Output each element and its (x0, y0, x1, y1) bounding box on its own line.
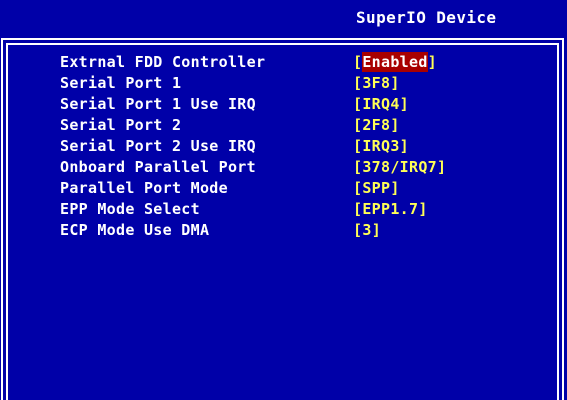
setting-row-serial-port-2[interactable]: Serial Port 2 [2F8] (0, 115, 567, 136)
setting-row-serial-port-2-irq[interactable]: Serial Port 2 Use IRQ [IRQ3] (0, 136, 567, 157)
setting-row-onboard-parallel-port[interactable]: Onboard Parallel Port [378/IRQ7] (0, 157, 567, 178)
setting-label: EPP Mode Select (60, 200, 200, 218)
setting-row-parallel-port-mode[interactable]: Parallel Port Mode [SPP] (0, 178, 567, 199)
setting-value[interactable]: [IRQ3] (353, 136, 409, 157)
settings-list: Extrnal FDD Controller [Enabled] Serial … (0, 52, 567, 241)
setting-row-fdd-controller[interactable]: Extrnal FDD Controller [Enabled] (0, 52, 567, 73)
header-bar: SuperIO Device (0, 0, 567, 38)
setting-label: Serial Port 2 (60, 116, 182, 134)
setting-row-ecp-mode-dma[interactable]: ECP Mode Use DMA [3] (0, 220, 567, 241)
setting-value[interactable]: [2F8] (353, 115, 400, 136)
setting-label: Parallel Port Mode (60, 179, 228, 197)
setting-value[interactable]: [3F8] (353, 73, 400, 94)
setting-label: Serial Port 1 (60, 74, 182, 92)
setting-value[interactable]: [EPP1.7] (353, 199, 428, 220)
setting-label: Onboard Parallel Port (60, 158, 256, 176)
bios-screen: SuperIO Device Extrnal FDD Controller [E… (0, 0, 567, 400)
setting-value[interactable]: [378/IRQ7] (353, 157, 446, 178)
setting-value[interactable]: [Enabled] (353, 52, 437, 73)
setting-label: Serial Port 1 Use IRQ (60, 95, 256, 113)
page-title: SuperIO Device (356, 8, 497, 27)
setting-row-epp-mode-select[interactable]: EPP Mode Select [EPP1.7] (0, 199, 567, 220)
setting-value[interactable]: [3] (353, 220, 381, 241)
setting-label: Serial Port 2 Use IRQ (60, 137, 256, 155)
setting-label: ECP Mode Use DMA (60, 221, 210, 239)
setting-row-serial-port-1-irq[interactable]: Serial Port 1 Use IRQ [IRQ4] (0, 94, 567, 115)
setting-label: Extrnal FDD Controller (60, 53, 266, 71)
setting-value[interactable]: [IRQ4] (353, 94, 409, 115)
setting-value[interactable]: [SPP] (353, 178, 400, 199)
setting-row-serial-port-1[interactable]: Serial Port 1 [3F8] (0, 73, 567, 94)
